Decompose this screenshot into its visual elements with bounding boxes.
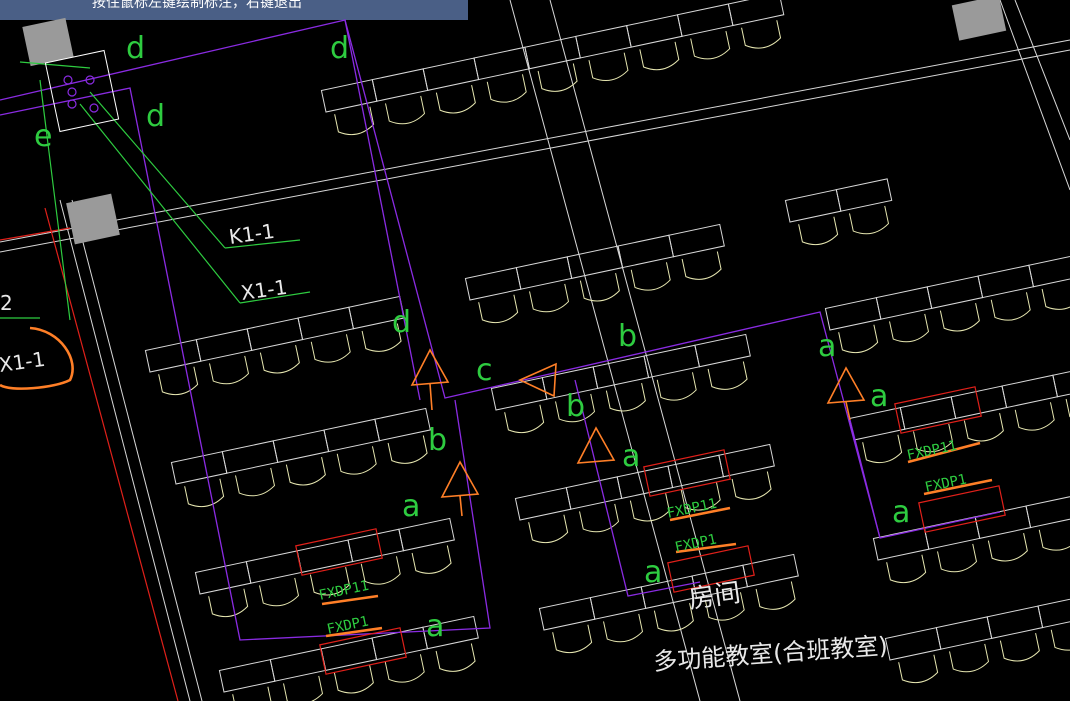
chair: [333, 665, 374, 694]
chair: [384, 654, 425, 683]
chair: [1050, 622, 1070, 651]
chair: [283, 675, 324, 701]
desk-row: [884, 594, 1070, 684]
chair: [184, 478, 225, 508]
column-block: [66, 193, 120, 245]
fixture-label: FXDP1: [674, 531, 719, 555]
section-label: b: [428, 423, 447, 458]
chair: [731, 471, 772, 500]
chair: [939, 303, 980, 332]
chair: [588, 52, 629, 81]
chair: [285, 457, 326, 486]
chair: [990, 292, 1031, 321]
chair: [1041, 281, 1070, 310]
chair: [486, 74, 527, 103]
section-label: a: [818, 329, 836, 364]
chair: [504, 404, 545, 434]
chair: [478, 294, 519, 324]
desk-row: [144, 295, 405, 396]
chair: [987, 533, 1028, 562]
chair: [963, 413, 1004, 442]
chair: [529, 283, 570, 313]
drawing-canvas[interactable]: d d d e d b c b b a a a a a a a K1-1 X1-…: [0, 0, 1070, 701]
chair: [336, 446, 377, 475]
chair: [889, 313, 930, 343]
chair: [999, 633, 1040, 662]
circuit-label-left-x1: X1-1: [0, 347, 47, 377]
chair: [411, 545, 452, 574]
chair: [235, 467, 276, 497]
chair: [838, 324, 879, 354]
fixture-boxes: [295, 386, 1006, 675]
chair: [937, 543, 978, 573]
chair: [208, 588, 249, 618]
section-label: a: [644, 555, 662, 590]
panel-box[interactable]: [44, 49, 120, 133]
chair: [1014, 402, 1055, 431]
chair: [158, 366, 199, 396]
section-label: d: [392, 305, 411, 340]
chair: [528, 514, 569, 544]
chair: [310, 334, 351, 363]
section-label: a: [892, 495, 910, 530]
fixture-label: FXDP11: [906, 438, 959, 464]
chair: [1065, 391, 1070, 420]
chair: [639, 41, 680, 71]
section-label: d: [126, 31, 145, 66]
chair: [898, 654, 939, 684]
chair: [603, 613, 644, 643]
chair: [849, 205, 890, 235]
chair: [579, 503, 620, 533]
chair: [209, 355, 250, 385]
chair: [259, 345, 300, 374]
chair: [630, 262, 671, 291]
chair: [862, 434, 903, 464]
section-label: b: [618, 319, 637, 354]
desk-row: [824, 253, 1070, 354]
section-label: e: [34, 119, 52, 154]
section-label: a: [426, 609, 444, 644]
desk-row: [784, 178, 893, 246]
chair: [690, 30, 731, 60]
section-letter-group: d d d e d b c b b a a a a a a a: [34, 31, 910, 644]
chair: [387, 435, 428, 464]
chair: [537, 63, 578, 92]
column-block: [951, 0, 1007, 41]
chair: [552, 624, 593, 654]
circuit-label-x1: X1-1: [239, 275, 288, 305]
desk-row: [514, 443, 775, 544]
chair: [435, 643, 476, 672]
circuit-label-two: 2: [0, 291, 13, 315]
fixture-label: FXDP1: [924, 471, 969, 495]
chair: [741, 20, 782, 49]
section-label: b: [566, 389, 585, 424]
chair: [435, 85, 476, 114]
chair: [949, 643, 990, 673]
chair: [259, 577, 300, 607]
furniture: [144, 0, 1070, 701]
desk-row: [464, 223, 725, 324]
chair: [385, 95, 426, 125]
chair: [707, 361, 748, 390]
section-label: d: [146, 99, 165, 134]
section-label: c: [476, 353, 493, 388]
fixture-label: FXDP11: [666, 496, 719, 522]
chair: [1038, 522, 1070, 551]
section-label: a: [870, 379, 888, 414]
section-label: a: [622, 439, 640, 474]
room-name-bottom: 多功能教室(合班教室): [652, 632, 888, 676]
chair: [798, 216, 839, 246]
chair: [579, 273, 620, 302]
chair: [681, 251, 722, 280]
room-name-top: 房间: [687, 578, 743, 615]
chair: [605, 383, 646, 412]
chair: [755, 581, 796, 610]
cad-viewport[interactable]: 按住鼠标左键绘制标注，右键退出 d d d e d b c b b a a a …: [0, 0, 1070, 701]
chair: [886, 554, 927, 584]
section-label: d: [330, 31, 349, 66]
circuit-label-k1: K1-1: [227, 219, 276, 249]
chair: [656, 372, 697, 401]
section-label: a: [402, 489, 420, 524]
